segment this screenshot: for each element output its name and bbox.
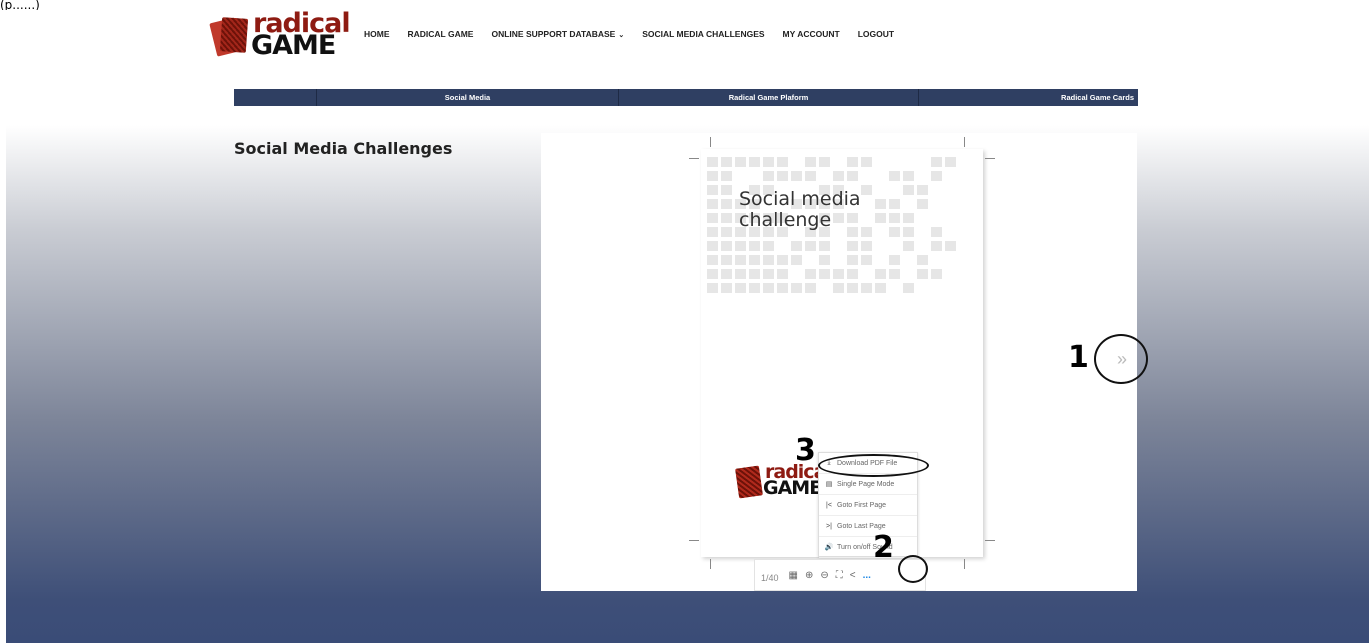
page-icon: ▤ bbox=[825, 481, 833, 488]
annotation-circle-more bbox=[898, 555, 928, 583]
page-title: Social Media Challenges bbox=[234, 139, 453, 158]
fullscreen-icon[interactable]: ⛶ bbox=[836, 570, 843, 581]
menu-single-page-mode[interactable]: ▤ Single Page Mode bbox=[819, 474, 917, 495]
document-title: Social media challenge bbox=[739, 188, 861, 231]
cropped-top-text: (p......) bbox=[0, 0, 40, 10]
document-logo: radical GAME bbox=[735, 461, 832, 503]
decorative-square-pattern bbox=[707, 157, 967, 327]
share-icon[interactable]: < bbox=[850, 570, 856, 581]
menu-goto-last-page[interactable]: >| Goto Last Page bbox=[819, 516, 917, 537]
site-logo[interactable]: radical GAME bbox=[209, 8, 351, 61]
subnav-blank bbox=[234, 89, 316, 106]
last-page-icon: >| bbox=[826, 522, 832, 530]
menu-toggle-sound[interactable]: 🔊 Turn on/off Sound bbox=[819, 537, 917, 558]
annotation-number-3: 3 bbox=[795, 433, 816, 468]
page-indicator: 1/40 bbox=[761, 573, 779, 583]
logo-cards-icon bbox=[209, 16, 251, 57]
annotation-number-2: 2 bbox=[873, 530, 894, 565]
first-page-icon: |< bbox=[826, 501, 832, 509]
nav-radical-game[interactable]: RADICAL GAME bbox=[408, 29, 474, 39]
nav-social-media-challenges[interactable]: SOCIAL MEDIA CHALLENGES bbox=[642, 29, 764, 39]
zoom-out-icon[interactable]: ⊖ bbox=[820, 570, 828, 581]
annotation-circle-next bbox=[1094, 334, 1148, 384]
main-nav: HOME RADICAL GAME ONLINE SUPPORT DATABAS… bbox=[364, 29, 894, 39]
nav-logout[interactable]: LOGOUT bbox=[858, 29, 894, 39]
subnav-radical-game-platform[interactable]: Radical Game Plaform bbox=[618, 89, 918, 106]
nav-home[interactable]: HOME bbox=[364, 29, 390, 39]
nav-my-account[interactable]: MY ACCOUNT bbox=[783, 29, 840, 39]
annotation-number-1: 1 bbox=[1068, 340, 1089, 375]
more-options-button[interactable]: ... bbox=[863, 570, 871, 581]
thumbnails-grid-icon[interactable]: ▦ bbox=[789, 570, 798, 581]
nav-online-support-database[interactable]: ONLINE SUPPORT DATABASE ⌄ bbox=[491, 29, 624, 39]
zoom-in-icon[interactable]: ⊕ bbox=[805, 570, 813, 581]
menu-goto-first-page[interactable]: |< Goto First Page bbox=[819, 495, 917, 516]
subnav-social-media[interactable]: Social Media bbox=[316, 89, 618, 106]
annotation-circle-download bbox=[818, 454, 929, 477]
sound-icon: 🔊 bbox=[824, 544, 834, 551]
chevron-down-icon: ⌄ bbox=[618, 32, 625, 39]
flipbook-viewer: Social media challenge radical GAME ⤓ Dow… bbox=[541, 133, 1137, 591]
sub-nav-bar: Social Media Radical Game Plaform Radica… bbox=[234, 89, 1138, 106]
logo-text-game: GAME bbox=[251, 30, 336, 61]
subnav-radical-game-cards[interactable]: Radical Game Cards bbox=[918, 89, 1138, 106]
